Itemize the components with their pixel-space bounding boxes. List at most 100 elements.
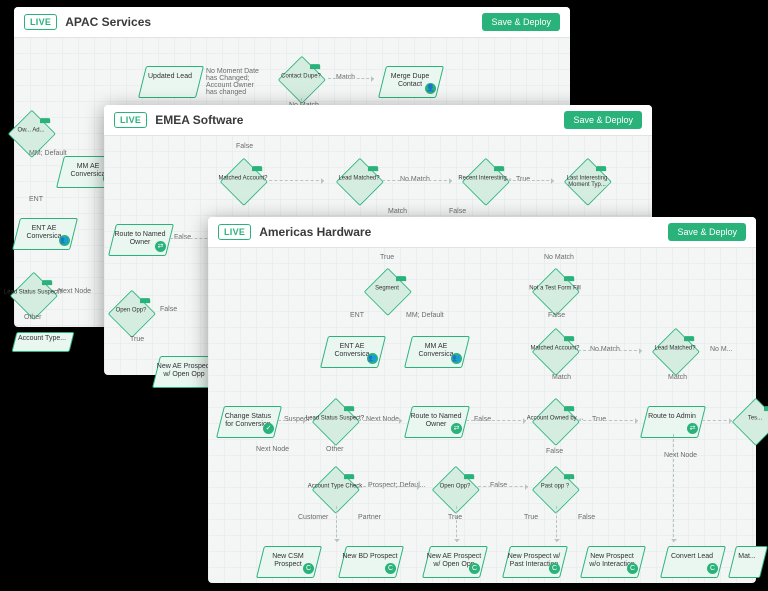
save-deploy-button[interactable]: Save & Deploy [668,223,746,241]
arrow-swap-icon: ⇄ [451,423,462,434]
edge-true: True [130,336,144,343]
edge-next: Next Node [256,446,289,453]
node-merge-dupe[interactable]: Merge Dupe Contact 👤 [382,66,438,96]
node-change-status[interactable]: Change Status for Conversion ✓ [220,406,276,436]
window-title: EMEA Software [155,113,243,127]
edge-nomatch: No Match [544,254,574,261]
user-icon: 👤 [425,83,436,94]
node-new-p-wo[interactable]: New Prospect w/o Interaction C [584,546,640,576]
node-new-csm[interactable]: New CSM Prospect C [260,546,316,576]
node-account-type-check[interactable]: Account Type Check [312,466,358,512]
c-icon: C [303,563,314,574]
window-title: Americas Hardware [259,225,371,239]
node-last-interesting[interactable]: Last Interesting Moment Typ... [564,158,610,204]
edge-false: False [578,514,595,521]
arrow [466,420,526,421]
check-icon: ✓ [263,423,274,434]
node-mm-ae[interactable]: MM AE Conversica 👥 [408,336,464,366]
arrow [328,78,374,79]
node-account-type[interactable]: Account Type... [14,332,70,350]
edge-false: False [546,448,563,455]
arrow [478,486,528,487]
node-open-opp[interactable]: Open Opp? [432,466,478,512]
c-icon: C [469,563,480,574]
edge-false: False [548,312,565,319]
save-deploy-button[interactable]: Save & Deploy [482,13,560,31]
node-new-ae-open[interactable]: New AE Prospect w/ Open Opp C [426,546,482,576]
node-lead-status[interactable]: Lead Status Suspect? [10,272,56,318]
arrow-swap-icon: ⇄ [687,423,698,434]
edge-ent: ENT [350,312,364,319]
stage: { "badge": "LIVE", "saveLabel": "Save & … [0,0,768,591]
edge-false: False [236,143,253,150]
arrow [336,506,337,542]
node-mat[interactable]: Mat... [732,546,756,576]
edge-next: Next Node [58,288,91,295]
c-icon: C [549,563,560,574]
live-badge: LIVE [114,112,147,128]
arrow-swap-icon: ⇄ [155,241,166,252]
edge-partner: Partner [358,514,381,521]
node-matched-account[interactable]: Matched Account? [532,328,578,374]
live-badge: LIVE [24,14,57,30]
arrow [278,420,306,421]
note-no-moment: No Moment Date has Changed; Account Owne… [206,68,260,96]
node-convert-lead[interactable]: Convert Lead C [664,546,720,576]
node-new-bd[interactable]: New BD Prospect C [342,546,398,576]
edge-true: True [380,254,394,261]
node-route-named[interactable]: Route to Named Owner ⇄ [408,406,464,436]
node-segment[interactable]: Segment [364,268,410,314]
arrow [358,420,402,421]
window-americas: LIVE Americas Hardware Save & Deploy Tru… [208,217,756,583]
people-icon: 👥 [367,353,378,364]
edge-no-m: No M... [710,346,733,353]
save-deploy-button[interactable]: Save & Deploy [564,111,642,129]
edge-false: False [449,208,466,215]
node-contact-dupe[interactable]: Contact Dupe? [278,56,324,102]
arrow [578,420,638,421]
edge-next: Next Node [664,452,697,459]
node-new-p-past[interactable]: New Prospect w/ Past Interaction C [506,546,562,576]
c-icon: C [707,563,718,574]
node-tes[interactable]: Tes... [732,398,768,444]
flow-canvas-americas[interactable]: True Segment No Match Not a Test Form Fi… [208,248,756,584]
edge-false: False [160,306,177,313]
node-new-ae[interactable]: New AE Prospect w/ Open Opp [156,356,212,386]
node-lead-status-suspect[interactable]: Lead Status Suspect? [312,398,358,444]
live-badge: LIVE [218,224,251,240]
node-lead-matched[interactable]: Lead Matched? [652,328,698,374]
person-icon: 👥 [59,235,70,246]
window-header: LIVE EMEA Software Save & Deploy [104,105,652,136]
arrow [508,180,554,181]
node-route-named[interactable]: Route to Named Owner ⇄ [112,224,168,254]
people-icon: 👥 [451,353,462,364]
c-icon: C [627,563,638,574]
window-header: LIVE APAC Services Save & Deploy [14,7,570,38]
node-lead-matched[interactable]: Lead Matched? [336,158,382,204]
edge-other: Other [326,446,344,453]
edge-true: True [524,514,538,521]
edge-match: Match [552,374,571,381]
arrow [358,486,420,487]
arrow [456,506,457,542]
node-updated-lead[interactable]: Updated Lead [142,66,198,96]
arrow [556,506,557,542]
arrow [578,350,642,351]
node-matched-account[interactable]: Matched Account? [220,158,266,204]
arrow [382,180,452,181]
node-open-opp[interactable]: Open Opp? [108,290,154,336]
node-account-owned[interactable]: Account Owned by ... [532,398,578,444]
node-not-test-form[interactable]: Not a Test Form Fill [532,268,578,314]
arrow [264,180,324,181]
window-header: LIVE Americas Hardware Save & Deploy [208,217,756,248]
edge-ent: ENT [29,196,43,203]
node-ent-ae[interactable]: ENT AE Conversica 👥 [324,336,380,366]
arrow [673,434,674,542]
node-recent-interesting[interactable]: Recent Interesting... [462,158,508,204]
node-ent-ae[interactable]: ENT AE Conversica 👥 [16,218,72,248]
c-icon: C [385,563,396,574]
node-route-admin[interactable]: Route to Admin ⇄ [644,406,700,436]
edge-match: Match [668,374,687,381]
edge-customer: Customer [298,514,328,521]
node-past-opp[interactable]: Past opp ? [532,466,578,512]
